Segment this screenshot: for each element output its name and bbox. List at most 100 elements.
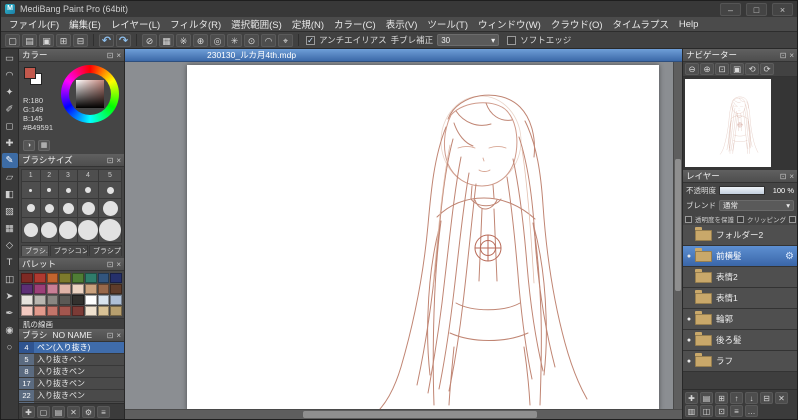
stabilizer-select[interactable]: 30 ▾ xyxy=(437,34,500,46)
figure-tool[interactable]: ◇ xyxy=(2,238,18,253)
palette-swatch[interactable] xyxy=(84,273,97,283)
palette-swatch[interactable] xyxy=(110,295,122,305)
vertical-scroll-handle[interactable] xyxy=(675,159,681,292)
palette-swatch[interactable] xyxy=(21,295,33,305)
tab-brush-preview[interactable]: ブラシプ... xyxy=(89,245,122,256)
visibility-toggle[interactable]: ● xyxy=(683,253,695,260)
foreground-color-swatch[interactable] xyxy=(24,67,36,79)
layer-row[interactable]: ● 前横髪 ⚙ xyxy=(683,246,797,267)
move-layer-up-icon[interactable]: ↑ xyxy=(730,392,743,404)
size-preset[interactable] xyxy=(78,199,98,217)
snap-off-icon[interactable]: ⊘ xyxy=(142,33,157,47)
visibility-toggle[interactable]: ● xyxy=(683,316,695,323)
save-icon[interactable]: ▣ xyxy=(39,33,54,47)
close-panel-icon[interactable]: × xyxy=(116,331,121,340)
brush-tool[interactable]: ✎ xyxy=(1,153,18,168)
size-label[interactable]: 3 xyxy=(59,170,77,181)
palette-swatch[interactable] xyxy=(21,284,33,294)
stencil-icon[interactable]: ⊡ xyxy=(715,405,728,417)
protect-alpha-checkbox[interactable] xyxy=(685,215,692,223)
menu-icon[interactable]: ≡ xyxy=(97,405,110,418)
export-icon[interactable]: ⊞ xyxy=(56,33,71,47)
palette-swatch[interactable] xyxy=(110,306,122,316)
menu-select[interactable]: 選択範囲(S) xyxy=(226,17,287,31)
visibility-toggle[interactable]: ● xyxy=(683,358,695,365)
layer-row[interactable]: ● ラフ xyxy=(683,351,797,372)
minimize-button[interactable]: – xyxy=(720,2,741,16)
hand-tool[interactable]: ◉ xyxy=(2,323,18,338)
brush-item[interactable]: 22 入り抜きペン xyxy=(19,390,124,402)
float-panel-icon[interactable]: ⊡ xyxy=(107,260,114,269)
eyedropper-tool[interactable]: ✒ xyxy=(2,306,18,321)
menu-window[interactable]: ウィンドウ(W) xyxy=(473,17,546,31)
lock-checkbox[interactable] xyxy=(789,215,796,223)
saturation-value-square[interactable] xyxy=(76,80,104,108)
size-label[interactable]: 5 xyxy=(99,170,121,181)
size-preset[interactable] xyxy=(59,218,77,242)
palette-swatch[interactable] xyxy=(97,306,110,316)
size-preset[interactable] xyxy=(40,182,58,198)
size-label[interactable]: 4 xyxy=(78,170,98,181)
layer-menu-icon[interactable]: ≡ xyxy=(730,405,743,417)
mask-icon[interactable]: ◫ xyxy=(700,405,713,417)
opacity-slider[interactable] xyxy=(719,186,765,195)
visibility-toggle[interactable]: ● xyxy=(683,337,695,344)
new-canvas-icon[interactable]: ▢ xyxy=(37,405,50,418)
size-preset[interactable] xyxy=(78,182,98,198)
palette-swatch[interactable] xyxy=(46,295,59,305)
palette-swatch[interactable] xyxy=(33,306,46,316)
vanishing-point-snap-icon[interactable]: ◎ xyxy=(210,33,225,47)
new-file-icon[interactable]: ▢ xyxy=(5,33,20,47)
size-preset[interactable] xyxy=(22,218,40,242)
palette-swatch[interactable] xyxy=(84,306,97,316)
canvas-page[interactable] xyxy=(187,65,659,409)
palette-swatch[interactable] xyxy=(59,273,71,283)
palette-swatch[interactable] xyxy=(84,295,97,305)
layer-row[interactable]: ● 輪郭 xyxy=(683,309,797,330)
rotate-left-icon[interactable]: ⟲ xyxy=(745,63,759,75)
palette-swatch[interactable] xyxy=(97,284,110,294)
color-mode-icon[interactable]: ◑ xyxy=(23,140,35,151)
layer-settings-icon[interactable]: ▥ xyxy=(685,405,698,417)
float-panel-icon[interactable]: ⊡ xyxy=(107,156,114,165)
size-preset[interactable] xyxy=(22,199,40,217)
zoom-out-icon[interactable]: ⊖ xyxy=(685,63,699,75)
palette-swatch[interactable] xyxy=(21,273,33,283)
parallel-snap-icon[interactable]: ※ xyxy=(176,33,191,47)
more-icon[interactable]: … xyxy=(745,405,758,417)
size-preset[interactable] xyxy=(40,218,58,242)
close-panel-icon[interactable]: × xyxy=(116,51,121,60)
layer-row[interactable]: ● 後ろ髪 xyxy=(683,330,797,351)
palette-swatch[interactable] xyxy=(97,273,110,283)
blend-mode-select[interactable]: 通常 ▾ xyxy=(719,200,794,211)
brush-item[interactable]: 4 ペン(入り抜き) xyxy=(19,342,124,354)
color-set-icon[interactable]: ▦ xyxy=(38,140,50,151)
cross-snap-icon[interactable]: ⊕ xyxy=(193,33,208,47)
maximize-button[interactable]: □ xyxy=(746,2,767,16)
menu-timelapse[interactable]: タイムラプス xyxy=(608,17,674,31)
brush-item[interactable]: 5 入り抜きペン xyxy=(19,354,124,366)
zoom-tool[interactable]: ○ xyxy=(2,340,18,355)
size-preset[interactable] xyxy=(59,182,77,198)
radial-snap-icon[interactable]: ✳ xyxy=(227,33,242,47)
tab-brush[interactable]: ブラシ... xyxy=(21,245,49,256)
folder-icon[interactable]: ▤ xyxy=(52,405,65,418)
palette-swatch[interactable] xyxy=(84,284,97,294)
size-label[interactable]: 2 xyxy=(40,170,58,181)
tab-brush-control[interactable]: ブラシコン... xyxy=(49,245,88,256)
palette-swatch[interactable] xyxy=(59,295,71,305)
circle-snap-icon[interactable]: ⊙ xyxy=(244,33,259,47)
document-tab[interactable]: 230130_ルカ月4th.mdp xyxy=(207,49,296,61)
palette-swatch[interactable] xyxy=(59,284,71,294)
size-preset[interactable] xyxy=(22,182,40,198)
palette-swatch[interactable] xyxy=(72,284,84,294)
palette-swatch[interactable] xyxy=(21,306,33,316)
menu-filter[interactable]: フィルタ(R) xyxy=(165,17,226,31)
horizontal-scroll-handle[interactable] xyxy=(303,411,538,418)
menu-view[interactable]: 表示(V) xyxy=(381,17,423,31)
float-panel-icon[interactable]: ⊡ xyxy=(107,331,114,340)
merge-layer-icon[interactable]: ⊟ xyxy=(760,392,773,404)
clipping-checkbox[interactable] xyxy=(737,215,744,223)
fit-window-icon[interactable]: ⊡ xyxy=(715,63,729,75)
eraser-tool[interactable]: ▱ xyxy=(2,170,18,185)
